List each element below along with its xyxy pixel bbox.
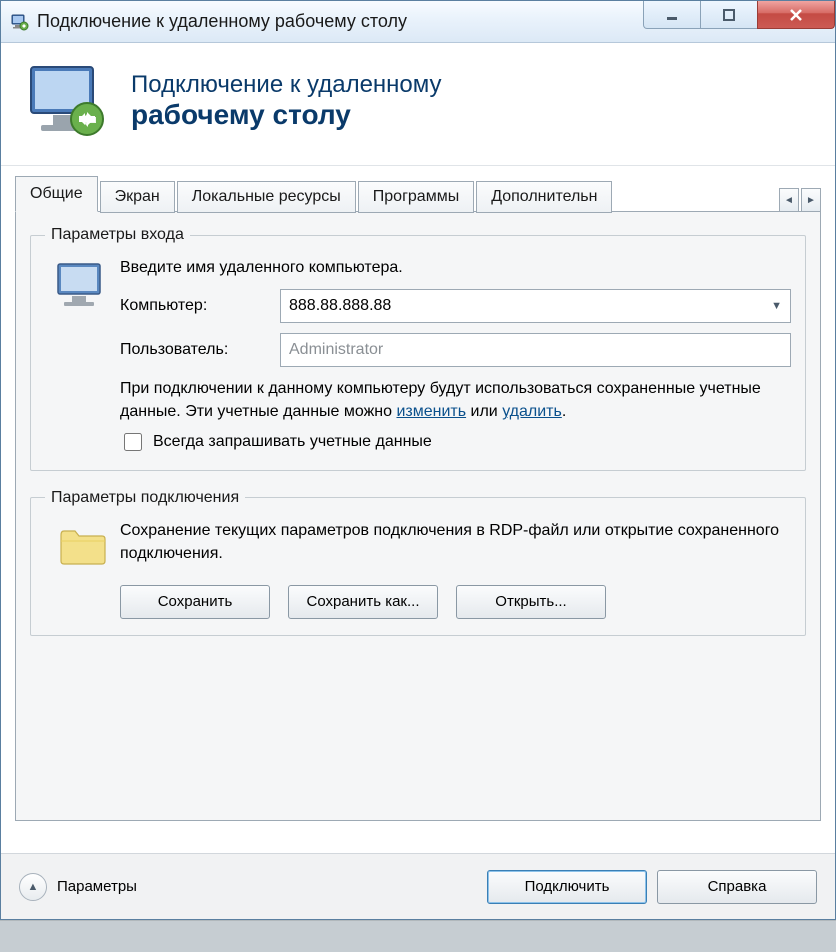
- tabs: Общие Экран Локальные ресурсы Программы …: [15, 176, 821, 212]
- minimize-button[interactable]: [643, 1, 701, 29]
- connection-params-group: Параметры подключения Сохранение текущих…: [30, 489, 806, 636]
- always-ask-checkbox[interactable]: [124, 433, 142, 451]
- rdp-banner-icon: [23, 61, 113, 141]
- connection-description: Сохранение текущих параметров подключени…: [120, 519, 791, 565]
- tab-advanced[interactable]: Дополнительн: [476, 181, 612, 213]
- tab-scroll-right[interactable]: ►: [801, 188, 821, 212]
- banner-line2: рабочему столу: [131, 99, 442, 131]
- tab-scroll-left[interactable]: ◄: [779, 188, 799, 212]
- options-label: Параметры: [57, 878, 137, 895]
- chevron-down-icon: ▼: [771, 300, 782, 312]
- close-button[interactable]: [757, 1, 835, 29]
- open-button[interactable]: Открыть...: [456, 585, 606, 619]
- connection-params-legend: Параметры подключения: [45, 489, 245, 507]
- banner-text: Подключение к удаленному рабочему столу: [131, 71, 442, 131]
- login-instruction: Введите имя удаленного компьютера.: [120, 256, 791, 279]
- user-field[interactable]: [280, 333, 791, 367]
- options-toggle[interactable]: ▲: [19, 873, 47, 901]
- user-label: Пользователь:: [120, 341, 280, 359]
- login-params-group: Параметры входа Введите имя удаленного к…: [30, 226, 806, 471]
- banner-line1: Подключение к удаленному: [131, 71, 442, 99]
- app-icon: [11, 13, 29, 31]
- chevron-up-icon: ▲: [28, 881, 39, 893]
- banner: Подключение к удаленному рабочему столу: [1, 43, 835, 166]
- delete-creds-link[interactable]: удалить: [502, 403, 562, 420]
- change-creds-link[interactable]: изменить: [396, 403, 466, 420]
- titlebar[interactable]: Подключение к удаленному рабочему столу: [1, 1, 835, 43]
- computer-label: Компьютер:: [120, 297, 280, 315]
- tab-panel-general: Параметры входа Введите имя удаленного к…: [15, 211, 821, 821]
- tab-programs[interactable]: Программы: [358, 181, 474, 213]
- tab-local-resources[interactable]: Локальные ресурсы: [177, 181, 356, 213]
- folder-icon: [45, 519, 120, 569]
- saved-creds-text: При подключении к данному компьютеру буд…: [120, 377, 791, 423]
- rdp-window: Подключение к удаленному рабочему столу: [0, 0, 836, 920]
- computer-combobox[interactable]: 888.88.888.88 ▼: [280, 289, 791, 323]
- window-title: Подключение к удаленному рабочему столу: [37, 11, 407, 32]
- save-as-button[interactable]: Сохранить как...: [288, 585, 438, 619]
- maximize-button[interactable]: [700, 1, 758, 29]
- computer-value: 888.88.888.88: [289, 297, 391, 315]
- always-ask-label: Всегда запрашивать учетные данные: [153, 433, 432, 451]
- tab-general[interactable]: Общие: [15, 176, 98, 212]
- login-params-legend: Параметры входа: [45, 226, 190, 244]
- save-button[interactable]: Сохранить: [120, 585, 270, 619]
- connect-button[interactable]: Подключить: [487, 870, 647, 904]
- bottom-bar: ▲ Параметры Подключить Справка: [1, 853, 835, 919]
- help-button[interactable]: Справка: [657, 870, 817, 904]
- computer-icon: [45, 256, 120, 310]
- tab-display[interactable]: Экран: [100, 181, 175, 213]
